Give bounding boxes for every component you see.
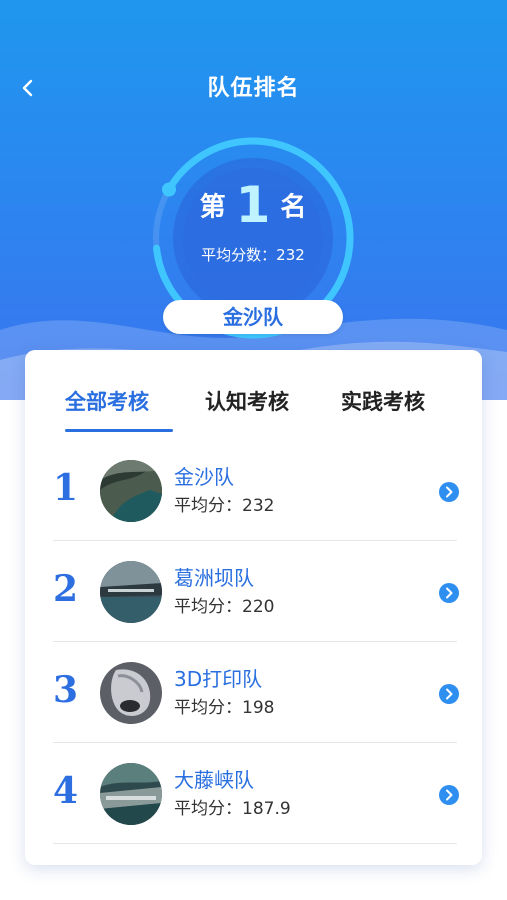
average-score: 平均分数：232 [201, 246, 305, 264]
chevron-right-circle-icon[interactable] [438, 582, 460, 604]
row-divider [53, 742, 457, 743]
ranking-card: 全部考核 认知考核 实践考核 1 金沙队 平均分：232 2 葛洲坝队 平均分：… [25, 350, 482, 865]
rank-number: 2 [53, 568, 79, 610]
tab-bar: 全部考核 认知考核 实践考核 [25, 386, 482, 436]
page-title: 队伍排名 [207, 76, 300, 101]
rank-number: 1 [53, 467, 79, 509]
team-avatar [100, 561, 162, 623]
chevron-right-circle-icon[interactable] [438, 683, 460, 705]
rank-display: 第1名 [148, 176, 358, 234]
chevron-right-circle-icon[interactable] [438, 481, 460, 503]
rank-prefix: 第 [199, 192, 226, 223]
team-average: 平均分：220 [174, 597, 275, 617]
row-divider [53, 843, 457, 844]
team-row[interactable]: 4 大藤峡队 平均分：187.9 [53, 744, 460, 844]
row-divider [53, 540, 457, 541]
team-average: 平均分：198 [174, 698, 275, 718]
current-team-badge: 金沙队 [163, 300, 343, 334]
team-row[interactable]: 2 葛洲坝队 平均分：220 [53, 542, 460, 642]
active-tab-indicator [65, 429, 173, 432]
rank-number: 4 [53, 770, 79, 812]
team-row[interactable]: 1 金沙队 平均分：232 [53, 441, 460, 541]
rank-suffix: 名 [280, 192, 307, 223]
rank-number: 1 [235, 176, 271, 234]
row-divider [53, 641, 457, 642]
chevron-right-circle-icon[interactable] [438, 784, 460, 806]
team-name: 3D打印队 [174, 667, 263, 691]
team-name: 大藤峡队 [174, 768, 254, 792]
team-avatar [100, 460, 162, 522]
team-name: 葛洲坝队 [174, 566, 254, 590]
team-average: 平均分：187.9 [174, 799, 291, 819]
tab-cognitive-assessment[interactable]: 认知考核 [205, 386, 289, 416]
team-avatar [100, 763, 162, 825]
team-avatar [100, 662, 162, 724]
tab-practical-assessment[interactable]: 实践考核 [341, 386, 425, 416]
team-name: 金沙队 [174, 465, 234, 489]
team-row[interactable]: 3 3D打印队 平均分：198 [53, 643, 460, 743]
tab-all-assessments[interactable]: 全部考核 [65, 386, 149, 416]
team-average: 平均分：232 [174, 496, 275, 516]
rank-number: 3 [53, 669, 79, 711]
